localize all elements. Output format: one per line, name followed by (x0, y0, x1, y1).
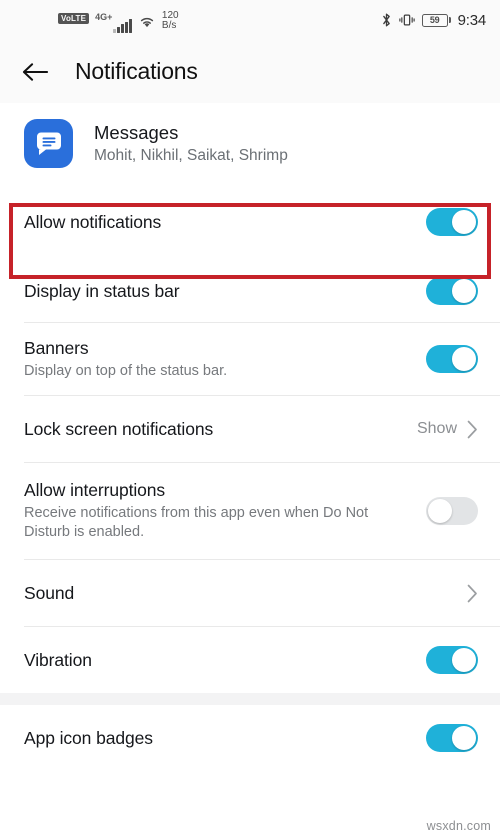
setting-label-vibration: Vibration (24, 649, 92, 670)
phone-screen: VoLTE 4G+ 120 B/s 59 9:34 Notifications … (0, 0, 500, 837)
row-text: App icon badges (24, 728, 153, 749)
setting-row-sound[interactable]: Sound (0, 560, 500, 626)
status-bar-right: 59 9:34 (381, 12, 486, 29)
app-header[interactable]: Messages Mohit, Nikhil, Saikat, Shrimp (0, 103, 500, 184)
setting-label-banners: Banners (24, 337, 89, 358)
volte-icon: VoLTE (58, 13, 90, 24)
setting-row-banners[interactable]: Banners Display on top of the status bar… (0, 323, 500, 395)
bluetooth-icon (381, 12, 392, 28)
toggle-banners[interactable] (426, 345, 478, 373)
row-text: Sound (24, 583, 74, 604)
setting-label-allow-interruptions: Allow interruptions (24, 480, 166, 501)
setting-row-app-icon-badges[interactable]: App icon badges (0, 705, 500, 771)
toggle-app-icon-badges[interactable] (426, 724, 478, 752)
signal-bars-icon (113, 19, 132, 33)
status-bar-left: VoLTE 4G+ 120 B/s (58, 7, 179, 33)
toggle-display-in-status-bar[interactable] (426, 277, 478, 305)
setting-value-lock-screen-notifications: Show (416, 420, 457, 437)
row-text: Banners Display on top of the status bar… (24, 338, 227, 381)
cellular-signal-icon: 4G+ (95, 11, 132, 33)
app-bar: Notifications (0, 40, 500, 103)
battery-icon: 59 (421, 13, 451, 27)
network-type-label: 4G+ (95, 12, 113, 22)
row-text: Lock screen notifications (24, 419, 213, 440)
setting-row-display-in-status-bar[interactable]: Display in status bar (0, 260, 500, 322)
messages-app-icon (24, 119, 73, 168)
setting-row-lock-screen-notifications[interactable]: Lock screen notifications Show (0, 396, 500, 462)
setting-row-allow-interruptions[interactable]: Allow interruptions Receive notification… (0, 463, 500, 559)
toggle-allow-interruptions[interactable] (426, 497, 478, 525)
setting-desc-banners: Display on top of the status bar. (24, 362, 228, 379)
row-text: Allow notifications (24, 212, 161, 233)
back-arrow-icon[interactable] (22, 61, 49, 83)
setting-row-allow-notifications[interactable]: Allow notifications (0, 184, 500, 260)
row-text: Vibration (24, 650, 92, 671)
row-text: Display in status bar (24, 280, 180, 302)
setting-label-display-in-status-bar: Display in status bar (24, 280, 180, 301)
chevron-right-icon (467, 584, 478, 603)
row-control (426, 646, 478, 674)
settings-list: Allow notifications Display in status ba… (0, 184, 500, 771)
network-speed-indicator: 120 B/s (162, 11, 179, 31)
row-control (426, 497, 478, 525)
status-bar-clock: 9:34 (457, 11, 487, 29)
battery-level-label: 59 (421, 13, 448, 27)
vibrate-icon (398, 12, 415, 28)
row-control (426, 724, 478, 752)
row-control (426, 345, 478, 373)
toggle-vibration[interactable] (426, 646, 478, 674)
watermark: wsxdn.com (426, 819, 491, 833)
row-control (426, 208, 478, 236)
setting-row-vibration[interactable]: Vibration (0, 627, 500, 693)
section-divider (0, 693, 500, 705)
chevron-right-icon (467, 420, 478, 439)
setting-desc-allow-interruptions: Receive notifications from this app even… (24, 505, 369, 540)
row-control: Show (417, 420, 478, 439)
row-control (467, 584, 478, 603)
app-header-text: Messages Mohit, Nikhil, Saikat, Shrimp (94, 122, 288, 165)
battery-cap (448, 17, 451, 23)
app-contacts-subtitle: Mohit, Nikhil, Saikat, Shrimp (94, 147, 288, 164)
toggle-allow-notifications[interactable] (426, 208, 478, 236)
row-control (426, 277, 478, 305)
setting-label-allow-notifications: Allow notifications (24, 211, 162, 232)
status-bar: VoLTE 4G+ 120 B/s 59 9:34 (0, 0, 500, 40)
page-title: Notifications (75, 58, 198, 84)
network-speed-unit: B/s (161, 20, 177, 31)
wifi-icon (138, 13, 156, 29)
setting-label-app-icon-badges: App icon badges (24, 727, 153, 748)
app-name: Messages (94, 122, 179, 143)
setting-label-lock-screen-notifications: Lock screen notifications (24, 418, 214, 439)
row-text: Allow interruptions Receive notification… (24, 480, 394, 541)
setting-label-sound: Sound (24, 582, 75, 603)
